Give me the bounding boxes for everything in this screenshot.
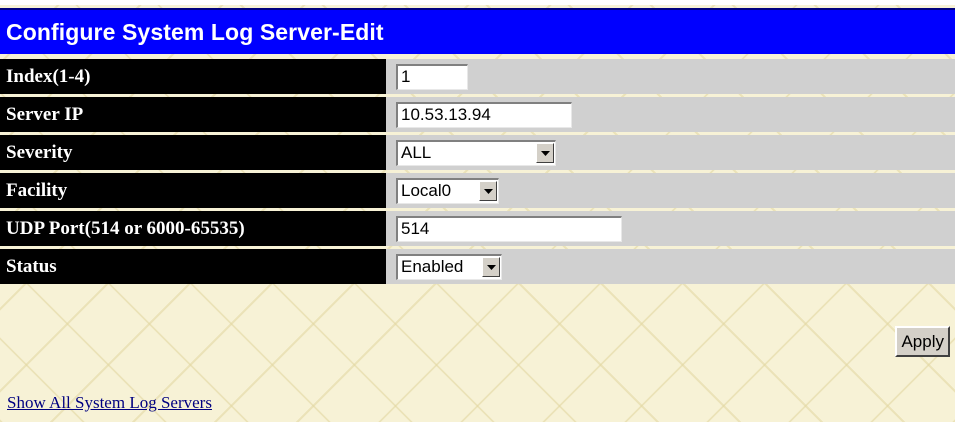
severity-select[interactable]: ALL: [396, 139, 556, 166]
index-label: Index(1-4): [0, 59, 386, 94]
top-rule: [0, 0, 955, 5]
apply-button[interactable]: Apply: [895, 326, 950, 357]
facility-selected-value: Local0: [401, 181, 452, 200]
severity-selected-value: ALL: [401, 143, 432, 162]
status-label: Status: [0, 249, 386, 284]
status-cell: Enabled: [386, 249, 955, 284]
status-selected-value: Enabled: [401, 257, 464, 276]
server-ip-label: Server IP: [0, 97, 386, 132]
facility-dropdown-button[interactable]: [479, 181, 497, 201]
server-ip-cell: [386, 97, 955, 132]
severity-dropdown-button[interactable]: [536, 143, 554, 163]
index-input[interactable]: [396, 63, 468, 90]
status-dropdown-button[interactable]: [482, 257, 500, 277]
udp-port-input[interactable]: [396, 215, 622, 242]
facility-label: Facility: [0, 173, 386, 208]
index-cell: [386, 59, 955, 94]
udp-port-cell: [386, 211, 955, 246]
server-ip-input[interactable]: [396, 101, 572, 128]
title-bar: Configure System Log Server-Edit: [0, 8, 955, 54]
form-row-server-ip: Server IP: [0, 97, 955, 132]
udp-port-label: UDP Port(514 or 6000-65535): [0, 211, 386, 246]
show-all-system-log-servers-link[interactable]: Show All System Log Servers: [7, 393, 212, 413]
form-row-status: Status Enabled: [0, 249, 955, 284]
status-select[interactable]: Enabled: [396, 253, 502, 280]
form-row-severity: Severity ALL: [0, 135, 955, 170]
facility-cell: Local0: [386, 173, 955, 208]
form-row-udp-port: UDP Port(514 or 6000-65535): [0, 211, 955, 246]
severity-label: Severity: [0, 135, 386, 170]
chevron-down-icon: [540, 150, 550, 156]
facility-select[interactable]: Local0: [396, 177, 499, 204]
log-server-form: Index(1-4) Server IP Severity ALL: [0, 56, 955, 287]
page-frame: Configure System Log Server-Edit Index(1…: [0, 0, 955, 422]
form-row-index: Index(1-4): [0, 59, 955, 94]
chevron-down-icon: [483, 188, 493, 194]
chevron-down-icon: [486, 264, 496, 270]
severity-cell: ALL: [386, 135, 955, 170]
form-row-facility: Facility Local0: [0, 173, 955, 208]
page-title: Configure System Log Server-Edit: [6, 18, 384, 45]
